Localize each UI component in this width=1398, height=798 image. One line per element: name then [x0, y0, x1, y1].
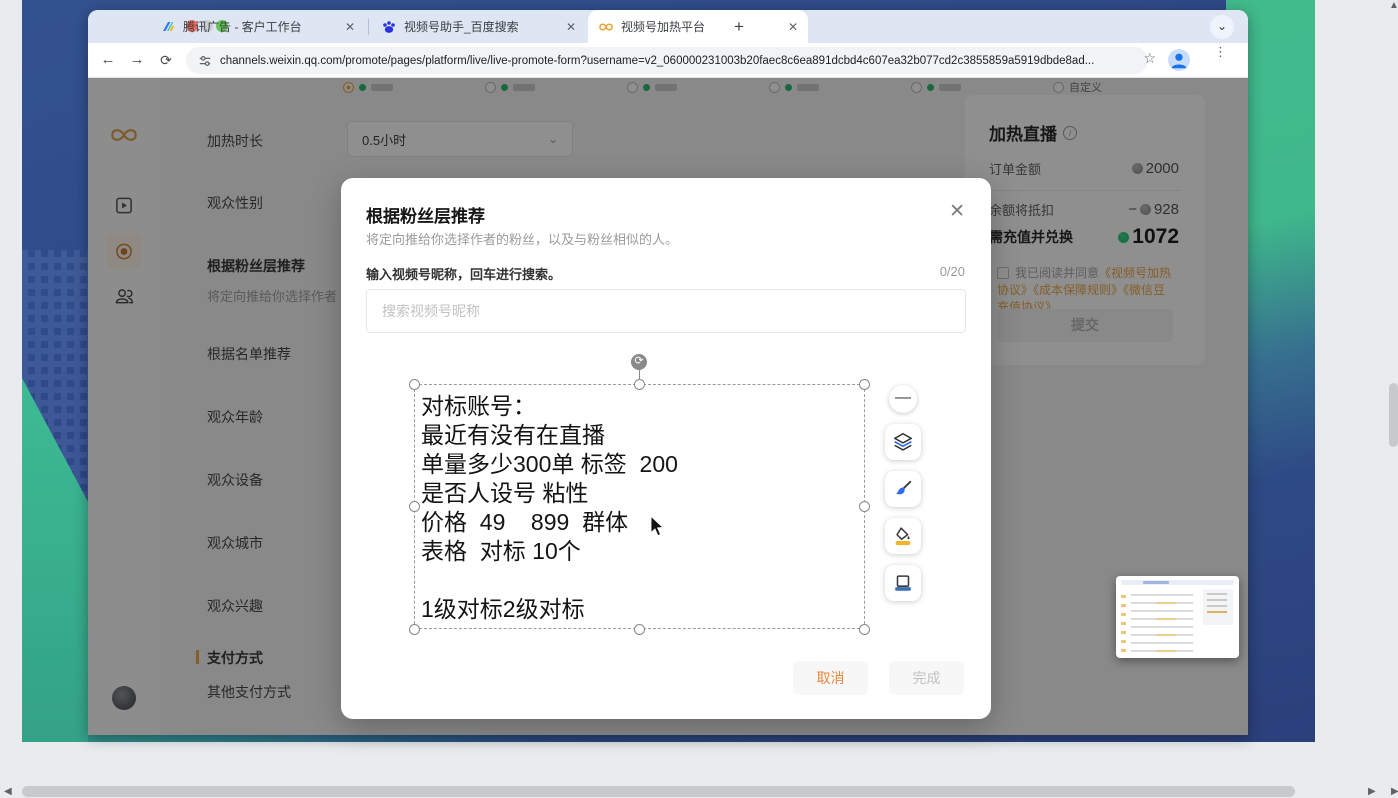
- annotation-line: 最近有没有在直播: [421, 421, 861, 450]
- brush-button[interactable]: [885, 471, 921, 507]
- modal-subtitle: 将定向推给你选择作者的粉丝，以及与粉丝相似的人。: [366, 229, 678, 248]
- site-settings-icon[interactable]: [198, 54, 212, 68]
- tencent-ads-icon: [160, 19, 176, 35]
- layers-button[interactable]: [885, 424, 921, 460]
- tab-tencent-ads[interactable]: 腾讯广告 - 客户工作台 ✕: [150, 10, 365, 43]
- mouse-cursor: [648, 515, 666, 537]
- annotation-line: 价格 49 899 群体: [421, 508, 861, 537]
- profile-avatar-button[interactable]: [1168, 49, 1190, 71]
- tab-title: 视频号加热平台: [621, 18, 705, 35]
- address-bar[interactable]: channels.weixin.qq.com/promote/pages/pla…: [186, 47, 1148, 74]
- annotation-line: 对标账号：: [421, 392, 861, 421]
- annotation-text-block[interactable]: 对标账号： 最近有没有在直播 单量多少300单 标签 200 是否人设号 粘性 …: [421, 392, 861, 624]
- tab-channels-platform-active[interactable]: 视频号加热平台 ✕: [588, 10, 808, 43]
- modal-title: 根据粉丝层推荐: [366, 202, 485, 227]
- screenshot-preview-thumbnail[interactable]: [1116, 576, 1239, 658]
- device-frame-button[interactable]: [885, 565, 921, 601]
- close-icon[interactable]: ✕: [949, 200, 965, 223]
- scroll-left-arrow[interactable]: ◀: [4, 786, 12, 797]
- tab-title: 腾讯广告 - 客户工作台: [183, 18, 302, 35]
- done-button[interactable]: 完成: [889, 661, 964, 695]
- annotation-line: [421, 566, 861, 595]
- rotate-handle[interactable]: ⟳: [631, 354, 647, 370]
- scroll-right-arrow[interactable]: ▶: [1368, 786, 1376, 797]
- tab-separator: [368, 19, 369, 35]
- scroll-right-arrow-edge[interactable]: ▶: [1391, 786, 1398, 797]
- profile-person-icon: [1168, 49, 1190, 71]
- resize-handle-w[interactable]: [409, 501, 420, 512]
- laptop-icon: [892, 572, 914, 594]
- thumbnail-sidebar: [1121, 589, 1126, 652]
- brush-icon: [892, 478, 914, 500]
- tab-close-icon[interactable]: ✕: [345, 20, 355, 34]
- char-counter: 0/20: [940, 264, 965, 279]
- reload-button[interactable]: ⟳: [156, 50, 176, 70]
- annotation-toolbar: —: [885, 385, 921, 601]
- remote-screen-viewer: 腾讯广告 - 客户工作台 ✕ 视频号助手_百度搜索 ✕ 视频号加热平台 ✕: [0, 0, 1398, 798]
- tab-strip: 腾讯广告 - 客户工作台 ✕ 视频号助手_百度搜索 ✕ 视频号加热平台 ✕: [88, 10, 1248, 43]
- annotation-line: 表格 对标 10个: [421, 537, 861, 566]
- annotation-line: 1级对标2级对标: [421, 595, 861, 624]
- tab-baidu-search[interactable]: 视频号助手_百度搜索 ✕: [371, 10, 586, 43]
- tab-search-chevron-button[interactable]: ⌄: [1210, 15, 1234, 39]
- resize-handle-sw[interactable]: [409, 624, 420, 635]
- thumbnail-titlebar: [1121, 580, 1234, 585]
- resize-handle-se[interactable]: [859, 624, 870, 635]
- tab-title: 视频号助手_百度搜索: [404, 18, 519, 35]
- url-text: channels.weixin.qq.com/promote/pages/pla…: [220, 55, 1094, 67]
- scroll-up-arrow[interactable]: ▲: [1389, 0, 1398, 11]
- paint-bucket-icon: [892, 525, 914, 547]
- new-tab-button[interactable]: +: [730, 18, 748, 36]
- search-label: 输入视频号昵称，回车进行搜索。: [366, 264, 561, 283]
- cancel-button[interactable]: 取消: [793, 661, 868, 695]
- annotation-line: 单量多少300单 标签 200: [421, 450, 861, 479]
- bookmark-star-icon[interactable]: ☆: [1143, 50, 1156, 67]
- resize-handle-ne[interactable]: [859, 379, 870, 390]
- resize-handle-e[interactable]: [859, 501, 870, 512]
- tab-close-icon[interactable]: ✕: [788, 20, 798, 34]
- resize-handle-s[interactable]: [634, 624, 645, 635]
- thumbnail-highlight-rows: [1156, 590, 1176, 652]
- fill-color-button[interactable]: [885, 518, 921, 554]
- layers-icon: [892, 431, 914, 453]
- collapse-minus-button[interactable]: —: [889, 385, 917, 413]
- nickname-search-input[interactable]: [366, 289, 966, 333]
- thumbnail-side-panel: [1203, 589, 1233, 625]
- annotation-line: 是否人设号 粘性: [421, 479, 861, 508]
- browser-toolbar: ← → ⟳ channels.weixin.qq.com/promote/pag…: [88, 43, 1248, 78]
- resize-handle-nw[interactable]: [409, 379, 420, 390]
- horizontal-scrollbar-thumb[interactable]: [22, 786, 1295, 797]
- resize-handle-n[interactable]: [634, 379, 645, 390]
- browser-menu-button[interactable]: ⋮: [1214, 48, 1222, 56]
- back-button[interactable]: ←: [98, 50, 118, 70]
- vertical-scrollbar-thumb[interactable]: [1389, 383, 1398, 447]
- forward-button[interactable]: →: [127, 50, 147, 70]
- baidu-icon: [381, 19, 397, 35]
- tab-close-icon[interactable]: ✕: [566, 20, 576, 34]
- channels-icon: [598, 19, 614, 35]
